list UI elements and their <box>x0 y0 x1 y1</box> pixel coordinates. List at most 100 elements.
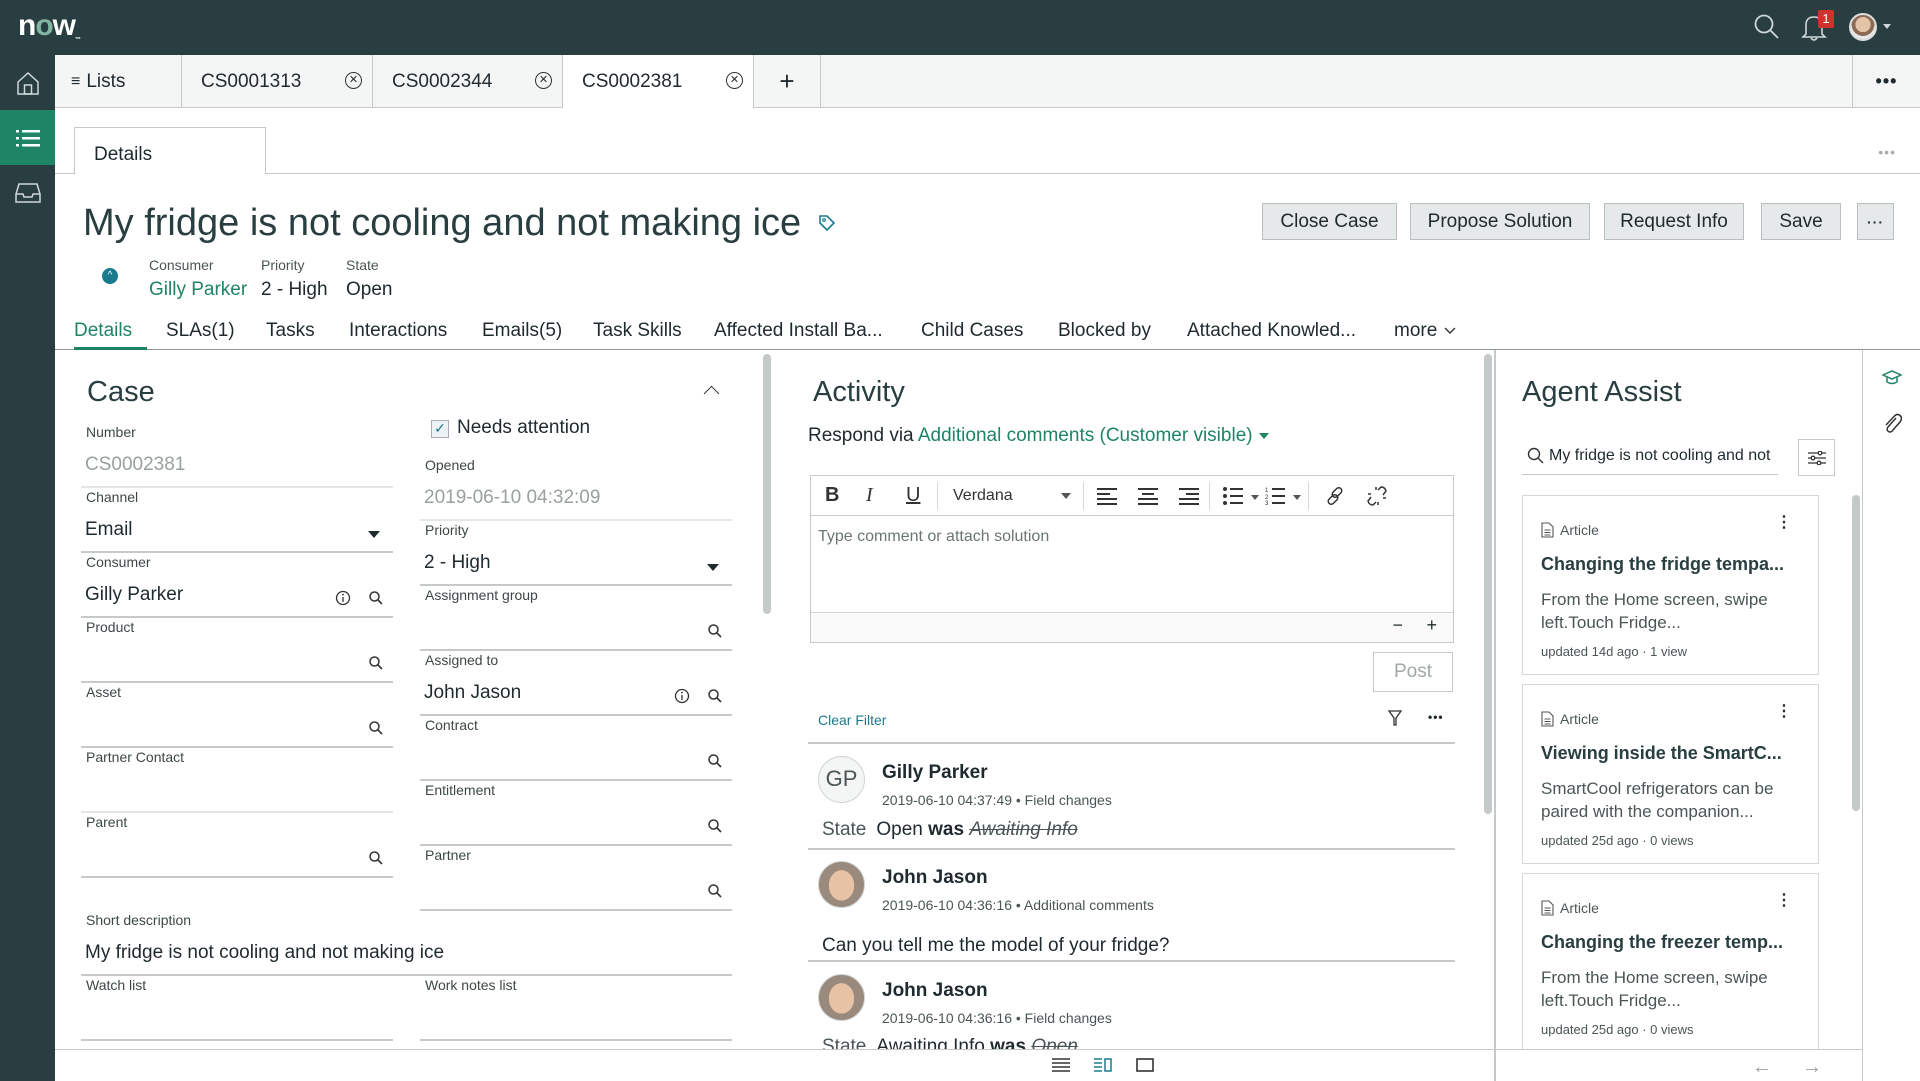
font-dropdown-caret-icon[interactable] <box>1061 493 1071 499</box>
field-asset[interactable]: Asset <box>81 684 393 748</box>
save-button[interactable]: Save <box>1761 203 1841 240</box>
field-assignment-group[interactable]: Assignment group <box>420 587 732 651</box>
user-avatar[interactable] <box>1849 13 1877 41</box>
add-tab-button[interactable]: + <box>754 55 821 108</box>
bold-icon[interactable]: B <box>825 484 839 507</box>
subtab-more-icon[interactable]: ••• <box>1878 144 1896 160</box>
link-icon[interactable] <box>1325 486 1345 506</box>
align-right-icon[interactable] <box>1179 487 1199 505</box>
dropdown-caret-icon[interactable] <box>368 531 380 538</box>
arrow-right-icon[interactable]: → <box>1802 1056 1822 1079</box>
unlink-icon[interactable] <box>1367 486 1387 506</box>
tab-lists[interactable]: ≡ Lists <box>55 55 182 108</box>
agent-assist-cap-icon[interactable] <box>1882 370 1902 386</box>
more-actions-button[interactable]: ··· <box>1857 203 1894 240</box>
field-short-description[interactable]: Short description My fridge is not cooli… <box>81 912 732 976</box>
author-name[interactable]: John Jason <box>882 867 988 889</box>
filter-icon[interactable] <box>1388 710 1402 726</box>
expand-editor-icon[interactable]: + <box>1426 615 1437 636</box>
field-work-notes-list[interactable]: Work notes list <box>420 977 732 1041</box>
dropdown-caret-icon[interactable] <box>707 564 719 571</box>
rtab-more[interactable]: more <box>1394 320 1457 342</box>
channel-select[interactable]: Email <box>85 519 133 541</box>
rail-home-button[interactable] <box>0 55 55 110</box>
italic-icon[interactable]: I <box>866 484 873 507</box>
field-watch-list[interactable]: Watch list <box>81 977 393 1041</box>
subtab-details[interactable]: Details <box>74 127 266 175</box>
now-logo[interactable]: now™ <box>18 9 81 43</box>
tab-cs0002381[interactable]: CS0002381 ✕ <box>563 55 754 109</box>
field-channel[interactable]: Channel Email <box>81 489 393 553</box>
numbered-dropdown-caret-icon[interactable] <box>1293 495 1301 500</box>
search-settings-button[interactable] <box>1798 439 1835 476</box>
author-name[interactable]: Gilly Parker <box>882 762 988 784</box>
respond-via-dropdown[interactable]: Additional comments (Customer visible) <box>918 425 1253 446</box>
global-search-icon[interactable] <box>1753 13 1781 41</box>
align-center-icon[interactable] <box>1138 487 1158 505</box>
assigned-to-input[interactable]: John Jason <box>424 682 521 704</box>
rtab-blocked-by[interactable]: Blocked by <box>1058 320 1151 342</box>
tab-cs0001313[interactable]: CS0001313 ✕ <box>182 55 373 108</box>
bullet-list-icon[interactable] <box>1223 487 1243 505</box>
article-card[interactable]: Article ⋮ Changing the fridge tempa... F… <box>1522 495 1819 675</box>
numbered-list-icon[interactable]: 123 <box>1265 487 1285 505</box>
lookup-search-icon[interactable] <box>707 688 723 704</box>
lookup-search-icon[interactable] <box>368 720 384 736</box>
priority-select[interactable]: 2 - High <box>424 552 491 574</box>
field-partner[interactable]: Partner <box>420 847 732 911</box>
rtab-interactions[interactable]: Interactions <box>349 320 447 342</box>
rtab-details[interactable]: Details <box>74 320 132 342</box>
lookup-search-icon[interactable] <box>368 850 384 866</box>
tab-bar-more-button[interactable]: ••• <box>1852 55 1920 108</box>
field-assigned-to[interactable]: Assigned to John Jason <box>420 652 732 716</box>
needs-attention-checkbox[interactable]: ✓ <box>431 420 449 438</box>
scrollbar-thumb[interactable] <box>763 354 771 614</box>
card-menu-icon[interactable]: ⋮ <box>1776 704 1792 720</box>
card-menu-icon[interactable]: ⋮ <box>1776 893 1792 909</box>
split-view-icon[interactable] <box>1094 1058 1112 1072</box>
article-card[interactable]: Article ⋮ Viewing inside the SmartC... S… <box>1522 684 1819 864</box>
align-left-icon[interactable] <box>1097 487 1117 505</box>
single-view-icon[interactable] <box>1136 1058 1154 1072</box>
lookup-search-icon[interactable] <box>707 818 723 834</box>
close-case-button[interactable]: Close Case <box>1262 203 1397 240</box>
list-view-icon[interactable] <box>1052 1058 1070 1072</box>
lookup-search-icon[interactable] <box>707 753 723 769</box>
field-product[interactable]: Product <box>81 619 393 683</box>
collapse-highlights-icon[interactable]: ^ <box>102 268 118 284</box>
field-partner-contact[interactable]: Partner Contact <box>81 749 393 813</box>
short-description-input[interactable]: My fridge is not cooling and not making … <box>85 942 444 964</box>
agent-assist-scrollbar[interactable] <box>1851 495 1861 1055</box>
scrollbar-thumb[interactable] <box>1484 354 1492 814</box>
agent-assist-search[interactable]: My fridge is not cooling and not making … <box>1522 439 1778 475</box>
propose-solution-button[interactable]: Propose Solution <box>1410 203 1590 240</box>
consumer-link[interactable]: Gilly Parker <box>149 279 247 301</box>
article-title[interactable]: Changing the fridge tempa... <box>1541 554 1784 575</box>
info-icon[interactable] <box>674 688 690 704</box>
tab-cs0002344[interactable]: CS0002344 ✕ <box>373 55 563 108</box>
clear-filter-link[interactable]: Clear Filter <box>818 712 886 728</box>
lookup-search-icon[interactable] <box>707 883 723 899</box>
font-select[interactable]: Verdana <box>953 487 1013 505</box>
card-menu-icon[interactable]: ⋮ <box>1776 515 1792 531</box>
rtab-task-skills[interactable]: Task Skills <box>593 320 682 342</box>
article-title[interactable]: Viewing inside the SmartC... <box>1541 743 1782 764</box>
field-priority[interactable]: Priority 2 - High <box>420 522 732 586</box>
lookup-search-icon[interactable] <box>368 590 384 606</box>
field-contract[interactable]: Contract <box>420 717 732 781</box>
rtab-tasks[interactable]: Tasks <box>266 320 315 342</box>
collapse-section-icon[interactable] <box>703 385 720 402</box>
lookup-search-icon[interactable] <box>707 623 723 639</box>
article-card[interactable]: Article ⋮ Changing the freezer temp... F… <box>1522 873 1819 1053</box>
article-title[interactable]: Changing the freezer temp... <box>1541 932 1783 953</box>
rtab-emails[interactable]: Emails(5) <box>482 320 562 342</box>
bullet-dropdown-caret-icon[interactable] <box>1251 495 1259 500</box>
close-tab-icon[interactable]: ✕ <box>345 72 362 89</box>
comment-textarea[interactable]: Type comment or attach solution <box>818 528 1049 546</box>
info-icon[interactable] <box>335 590 351 606</box>
consumer-input[interactable]: Gilly Parker <box>85 584 183 606</box>
user-menu-caret-icon[interactable] <box>1883 24 1891 29</box>
rail-inbox-button[interactable] <box>0 165 55 220</box>
rtab-child-cases[interactable]: Child Cases <box>921 320 1023 342</box>
rail-lists-button[interactable] <box>0 110 55 165</box>
